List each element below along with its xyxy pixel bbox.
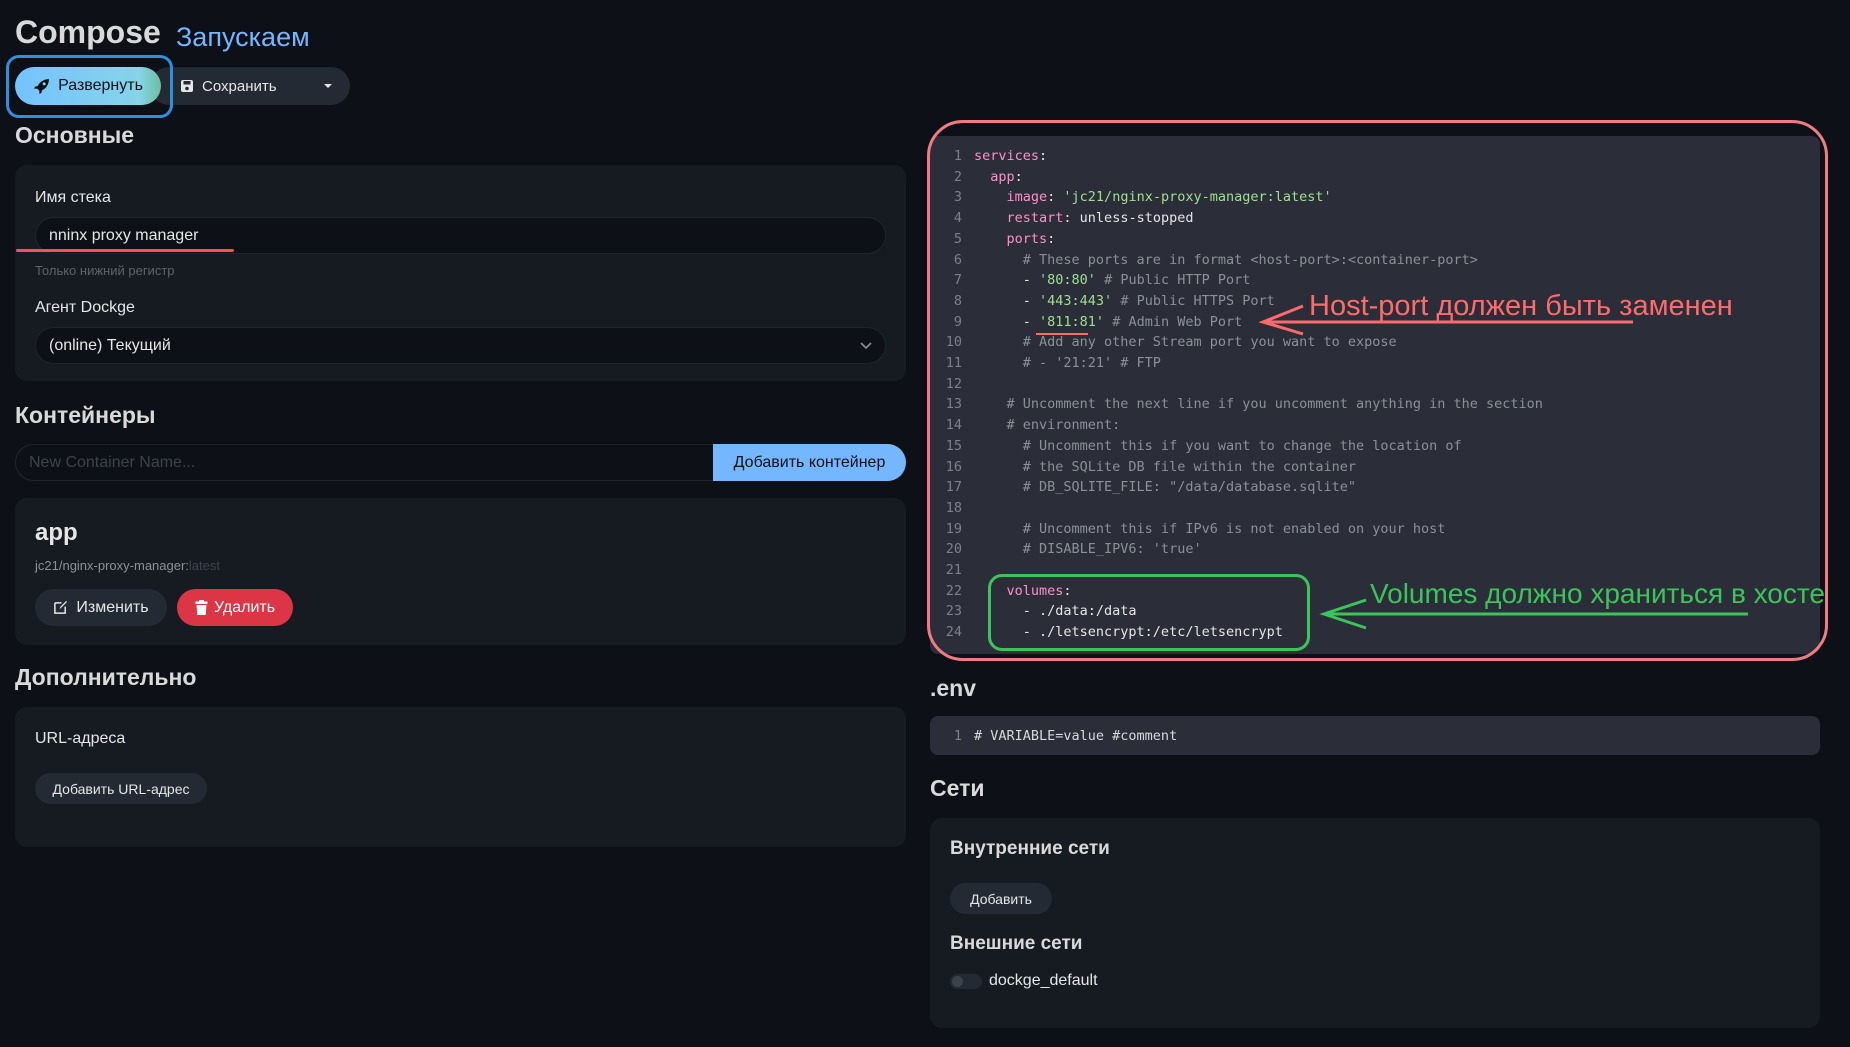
- line-number: 1: [953, 728, 962, 744]
- page-title: Compose: [15, 14, 161, 50]
- edit-icon: [53, 600, 68, 615]
- new-container-input[interactable]: New Container Name...: [15, 444, 727, 481]
- urls-label: URL-адреса: [35, 730, 126, 747]
- delete-button-label: Удалить: [213, 598, 276, 616]
- chevron-down-icon: [860, 341, 872, 349]
- edit-container-button[interactable]: Изменить: [35, 589, 167, 626]
- agent-select[interactable]: (online) Текущий: [35, 327, 886, 364]
- stack-name-hint: Только нижний регистр: [35, 263, 175, 278]
- agent-select-value: (online) Текущий: [49, 336, 171, 354]
- caret-down-icon: [324, 84, 332, 88]
- save-dropdown-toggle[interactable]: [316, 78, 340, 94]
- stack-name-label: Имя стека: [35, 189, 111, 206]
- trash-icon: [195, 600, 208, 615]
- internal-networks-label: Внутренние сети: [950, 838, 1110, 859]
- container-name: app: [35, 519, 78, 546]
- general-section-title: Основные: [15, 122, 135, 148]
- edit-button-label: Изменить: [76, 598, 149, 616]
- add-container-button[interactable]: Добавить контейнер: [713, 444, 906, 481]
- stack-name-underline: [16, 249, 234, 252]
- external-network-name: dockge_default: [989, 972, 1098, 989]
- delete-container-button[interactable]: Удалить: [177, 589, 293, 626]
- container-image-name: jc21/nginx-proxy-manager:: [35, 558, 189, 573]
- page-subtitle: Запускаем: [176, 22, 310, 52]
- env-line-text: # VARIABLE=value #comment: [974, 728, 1178, 744]
- add-url-button[interactable]: Добавить URL-адрес: [35, 773, 207, 804]
- host-port-annotation: Host-port должен быть заменен: [1309, 290, 1733, 322]
- volumes-annotation: Volumes должно храниться в хосте: [1370, 578, 1825, 609]
- container-image: jc21/nginx-proxy-manager:latest: [35, 558, 220, 573]
- env-editor[interactable]: 1 # VARIABLE=value #comment: [930, 716, 1820, 755]
- env-section-title: .env: [930, 675, 977, 701]
- new-container-placeholder: New Container Name...: [29, 453, 196, 471]
- save-icon: [180, 79, 194, 93]
- volumes-highlight-frame: [988, 574, 1310, 651]
- container-image-tag: latest: [188, 558, 220, 573]
- host-port-underline: [1036, 333, 1088, 335]
- networks-section-title: Сети: [930, 775, 985, 801]
- external-networks-label: Внешние сети: [950, 933, 1083, 954]
- containers-section-title: Контейнеры: [15, 402, 156, 428]
- additional-section-title: Дополнительно: [15, 664, 197, 690]
- deploy-highlight-frame: [6, 55, 173, 118]
- network-toggle[interactable]: [950, 974, 982, 989]
- add-network-button[interactable]: Добавить: [950, 883, 1052, 914]
- env-line: 1 # VARIABLE=value #comment: [930, 726, 1177, 746]
- toggle-knob: [952, 976, 963, 987]
- save-button-label: Сохранить: [202, 77, 277, 95]
- stack-name-value: nninx proxy manager: [49, 226, 199, 244]
- agent-label: Агент Dockge: [35, 299, 135, 316]
